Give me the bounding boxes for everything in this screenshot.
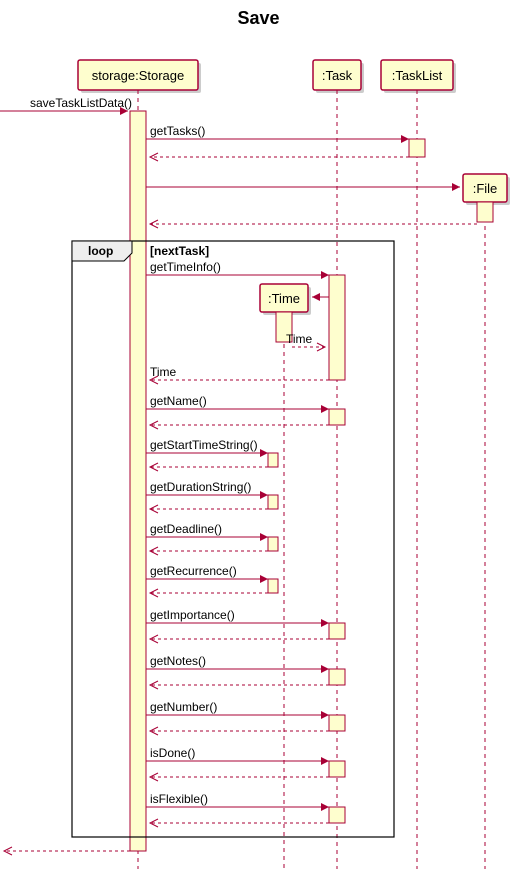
participant-file-label: :File xyxy=(473,181,498,196)
msg-getDurationString: getDurationString() xyxy=(150,480,251,494)
msg-getStartTimeString: getStartTimeString() xyxy=(150,438,258,452)
msg-isFlexible: isFlexible() xyxy=(150,792,208,806)
participant-time-label: :Time xyxy=(268,291,300,306)
msg-getNumber: getNumber() xyxy=(150,700,217,714)
diagram-title: Save xyxy=(0,8,517,29)
participant-tasklist-label: :TaskList xyxy=(392,68,443,83)
msg-getName: getName() xyxy=(150,394,207,408)
msg-return-time2: Time xyxy=(150,365,177,379)
loop-keyword: loop xyxy=(88,244,113,258)
msg-getDeadline: getDeadline() xyxy=(150,522,222,536)
msg-getTasks: getTasks() xyxy=(150,124,205,138)
msg-getTimeInfo: getTimeInfo() xyxy=(150,260,221,274)
msg-getNotes: getNotes() xyxy=(150,654,206,668)
msg-isDone: isDone() xyxy=(150,746,195,760)
msg-return-time1: Time xyxy=(286,332,313,346)
activation-storage xyxy=(130,111,146,851)
msg-saveTaskListData: saveTaskListData() xyxy=(30,96,132,110)
loop-fragment xyxy=(72,241,394,837)
msg-getImportance: getImportance() xyxy=(150,608,235,622)
loop-condition: [nextTask] xyxy=(150,244,209,258)
participant-task-label: :Task xyxy=(322,68,353,83)
participant-storage-label: storage:Storage xyxy=(92,68,185,83)
msg-getRecurrence: getRecurrence() xyxy=(150,564,237,578)
sequence-diagram: storage:Storage :Task :TaskList saveTask… xyxy=(0,29,517,869)
